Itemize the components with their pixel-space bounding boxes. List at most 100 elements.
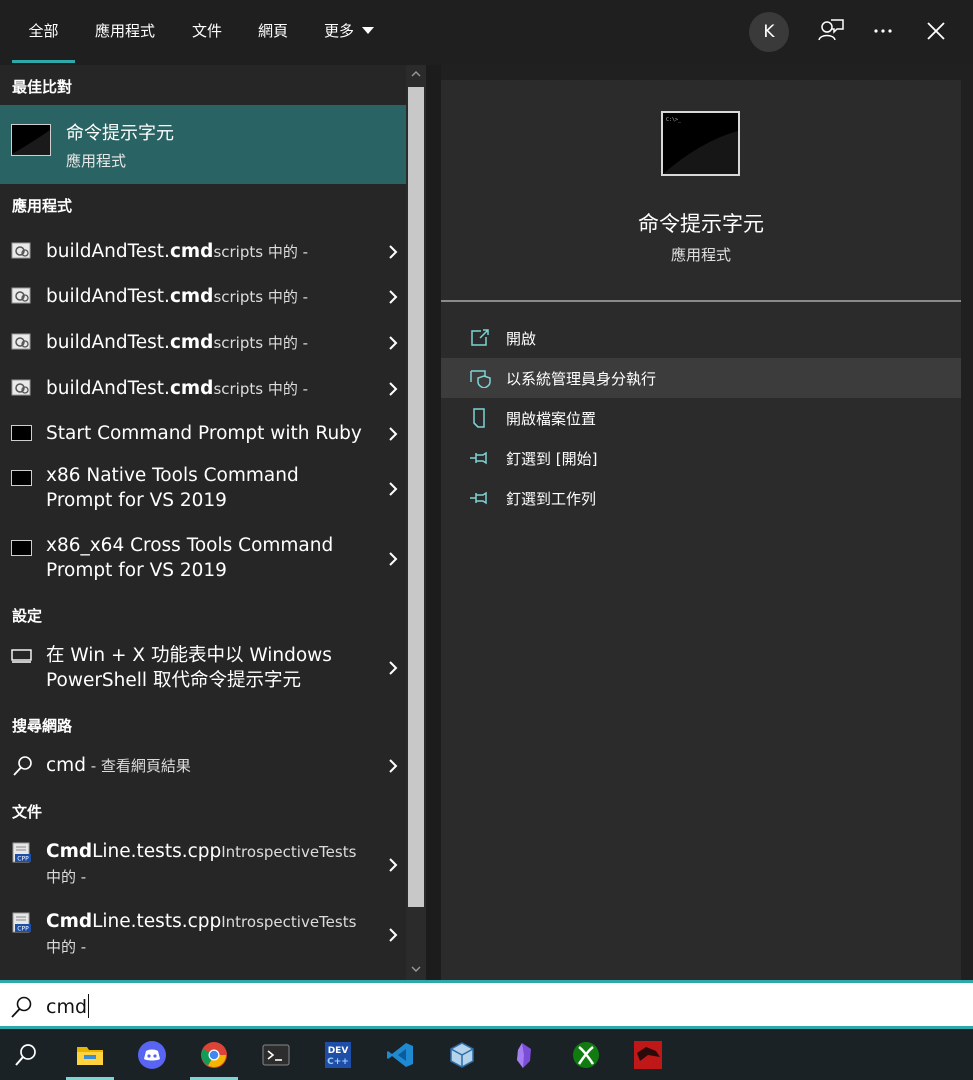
script-file-icon (11, 287, 31, 304)
search-icon (11, 996, 32, 1018)
list-item[interactable]: buildAndTest.cmdscripts 中的 - (0, 367, 406, 412)
taskbar-red-app[interactable] (622, 1029, 674, 1080)
taskbar-virtualbox[interactable] (436, 1029, 488, 1080)
pin-to-start-action[interactable]: 釘選到 [開始] (441, 438, 961, 478)
taskbar-file-explorer[interactable] (64, 1029, 116, 1080)
web-search-item[interactable]: cmd - 查看網頁結果 (0, 743, 406, 789)
search-input[interactable]: cmd (46, 994, 90, 1018)
best-match-item[interactable]: 命令提示字元 應用程式 (0, 105, 406, 184)
taskbar-vscode[interactable] (374, 1029, 426, 1080)
script-file-icon (11, 379, 31, 396)
command-prompt-icon (11, 540, 32, 556)
tab-more[interactable]: 更多 (310, 0, 388, 65)
list-item[interactable]: buildAndTest.cmdscripts 中的 - (0, 230, 406, 275)
scrollbar-thumb[interactable] (408, 87, 424, 907)
tab-documents-label: 文件 (191, 22, 222, 40)
account-avatar[interactable]: K (749, 12, 789, 52)
cpp-file-icon: CPP (12, 842, 31, 863)
tab-web-label: 網頁 (257, 22, 288, 40)
tab-documents[interactable]: 文件 (178, 0, 236, 65)
taskbar-devcpp[interactable]: DEV C++ (312, 1029, 364, 1080)
chevron-right-icon[interactable] (387, 927, 399, 943)
taskbar-search-button[interactable] (0, 1029, 52, 1080)
taskbar-terminal[interactable] (250, 1029, 302, 1080)
pin-icon (470, 491, 487, 505)
search-icon (13, 756, 32, 776)
command-prompt-icon (11, 470, 32, 486)
chevron-right-icon[interactable] (387, 426, 399, 442)
cpp-file-icon: CPP (12, 912, 31, 933)
document-item[interactable]: CPP CmdLine.tests.cppIntrospectiveTests 中… (0, 899, 406, 969)
action-label: 釘選到工作列 (506, 490, 597, 508)
more-options-icon[interactable] (868, 16, 898, 46)
best-match-subtitle: 應用程式 (66, 152, 127, 170)
divider (441, 300, 961, 302)
chevron-right-icon[interactable] (387, 335, 399, 351)
open-action[interactable]: 開啟 (441, 318, 961, 358)
list-item[interactable]: buildAndTest.cmdscripts 中的 - (0, 275, 406, 321)
chevron-right-icon[interactable] (387, 381, 399, 397)
list-item[interactable]: x86 Native Tools Command Prompt for VS 20… (0, 457, 406, 527)
taskbar-xbox[interactable] (560, 1029, 612, 1080)
close-icon[interactable] (921, 16, 951, 46)
discord-icon (138, 1041, 166, 1069)
scroll-up-icon[interactable] (411, 70, 421, 78)
script-file-icon (11, 242, 31, 259)
chevron-right-icon[interactable] (387, 244, 399, 260)
list-item-label: cmd - 查看網頁結果 (46, 755, 191, 776)
taskbar-obsidian[interactable] (498, 1029, 550, 1080)
list-item[interactable]: buildAndTest.cmdscripts 中的 - (0, 321, 406, 367)
document-item[interactable]: CPP CmdLine.tests.cppIntrospectiveTests 中… (0, 829, 406, 899)
search-icon (15, 1044, 36, 1066)
pin-to-taskbar-action[interactable]: 釘選到工作列 (441, 478, 961, 518)
chevron-down-icon (362, 27, 374, 34)
list-item-label: buildAndTest.cmdscripts 中的 - (46, 286, 309, 307)
open-icon (471, 329, 489, 346)
tab-apps[interactable]: 應用程式 (84, 0, 166, 65)
chevron-right-icon[interactable] (387, 660, 399, 676)
chevron-right-icon[interactable] (387, 758, 399, 774)
list-item-label: x86 Native Tools Command Prompt for VS 20… (46, 465, 299, 511)
scroll-down-icon[interactable] (411, 965, 421, 973)
preview-pane: C:\>_ 命令提示字元 應用程式 開啟 以系統管理員身分執行 開啟檔案位置 釘… (441, 80, 961, 980)
settings-item[interactable]: 在 Win + X 功能表中以 Windows PowerShell 取代命令提示… (0, 635, 406, 705)
display-settings-icon (11, 649, 32, 663)
action-label: 開啟 (506, 330, 537, 348)
results-scrollbar[interactable] (406, 65, 426, 980)
list-item-label: buildAndTest.cmdscripts 中的 - (46, 378, 309, 399)
feedback-icon[interactable] (816, 16, 846, 46)
chevron-right-icon[interactable] (387, 551, 399, 567)
list-item[interactable]: x86_x64 Cross Tools Command Prompt for VS… (0, 527, 406, 597)
red-app-icon (634, 1041, 662, 1069)
svg-text:C:\>_: C:\>_ (666, 117, 682, 123)
apps-heading: 應用程式 (12, 197, 73, 215)
taskbar-discord[interactable] (126, 1029, 178, 1080)
chevron-right-icon[interactable] (387, 481, 399, 497)
action-label: 開啟檔案位置 (506, 410, 597, 428)
file-explorer-icon (77, 1047, 103, 1065)
taskbar-chrome[interactable] (188, 1029, 240, 1080)
list-item[interactable]: Start Command Prompt with Ruby (0, 412, 406, 457)
list-item-label: CmdLine.tests.cppIntrospectiveTests 中的 - (46, 911, 357, 956)
chevron-right-icon[interactable] (387, 289, 399, 305)
svg-text:CPP: CPP (17, 926, 29, 933)
virtualbox-icon (450, 1042, 474, 1068)
tab-web[interactable]: 網頁 (244, 0, 302, 65)
tab-all[interactable]: 全部 (12, 0, 75, 65)
search-box[interactable]: cmd (0, 980, 973, 1029)
text-cursor (88, 994, 90, 1018)
tab-apps-label: 應用程式 (94, 22, 155, 40)
action-label: 釘選到 [開始] (506, 450, 598, 468)
documents-heading: 文件 (12, 803, 43, 821)
best-match-title: 命令提示字元 (66, 123, 174, 144)
open-file-location-action[interactable]: 開啟檔案位置 (441, 398, 961, 438)
chevron-right-icon[interactable] (387, 857, 399, 873)
chrome-icon (201, 1042, 227, 1068)
svg-text:CPP: CPP (17, 856, 29, 863)
run-as-admin-action[interactable]: 以系統管理員身分執行 (441, 358, 961, 398)
results-list: 最佳比對 命令提示字元 應用程式 應用程式 buildAndTest.cmdsc… (0, 65, 406, 980)
vscode-icon (387, 1043, 413, 1067)
taskbar: DEV C++ (0, 1029, 973, 1080)
command-prompt-icon (11, 425, 32, 441)
tab-more-label: 更多 (323, 22, 354, 40)
